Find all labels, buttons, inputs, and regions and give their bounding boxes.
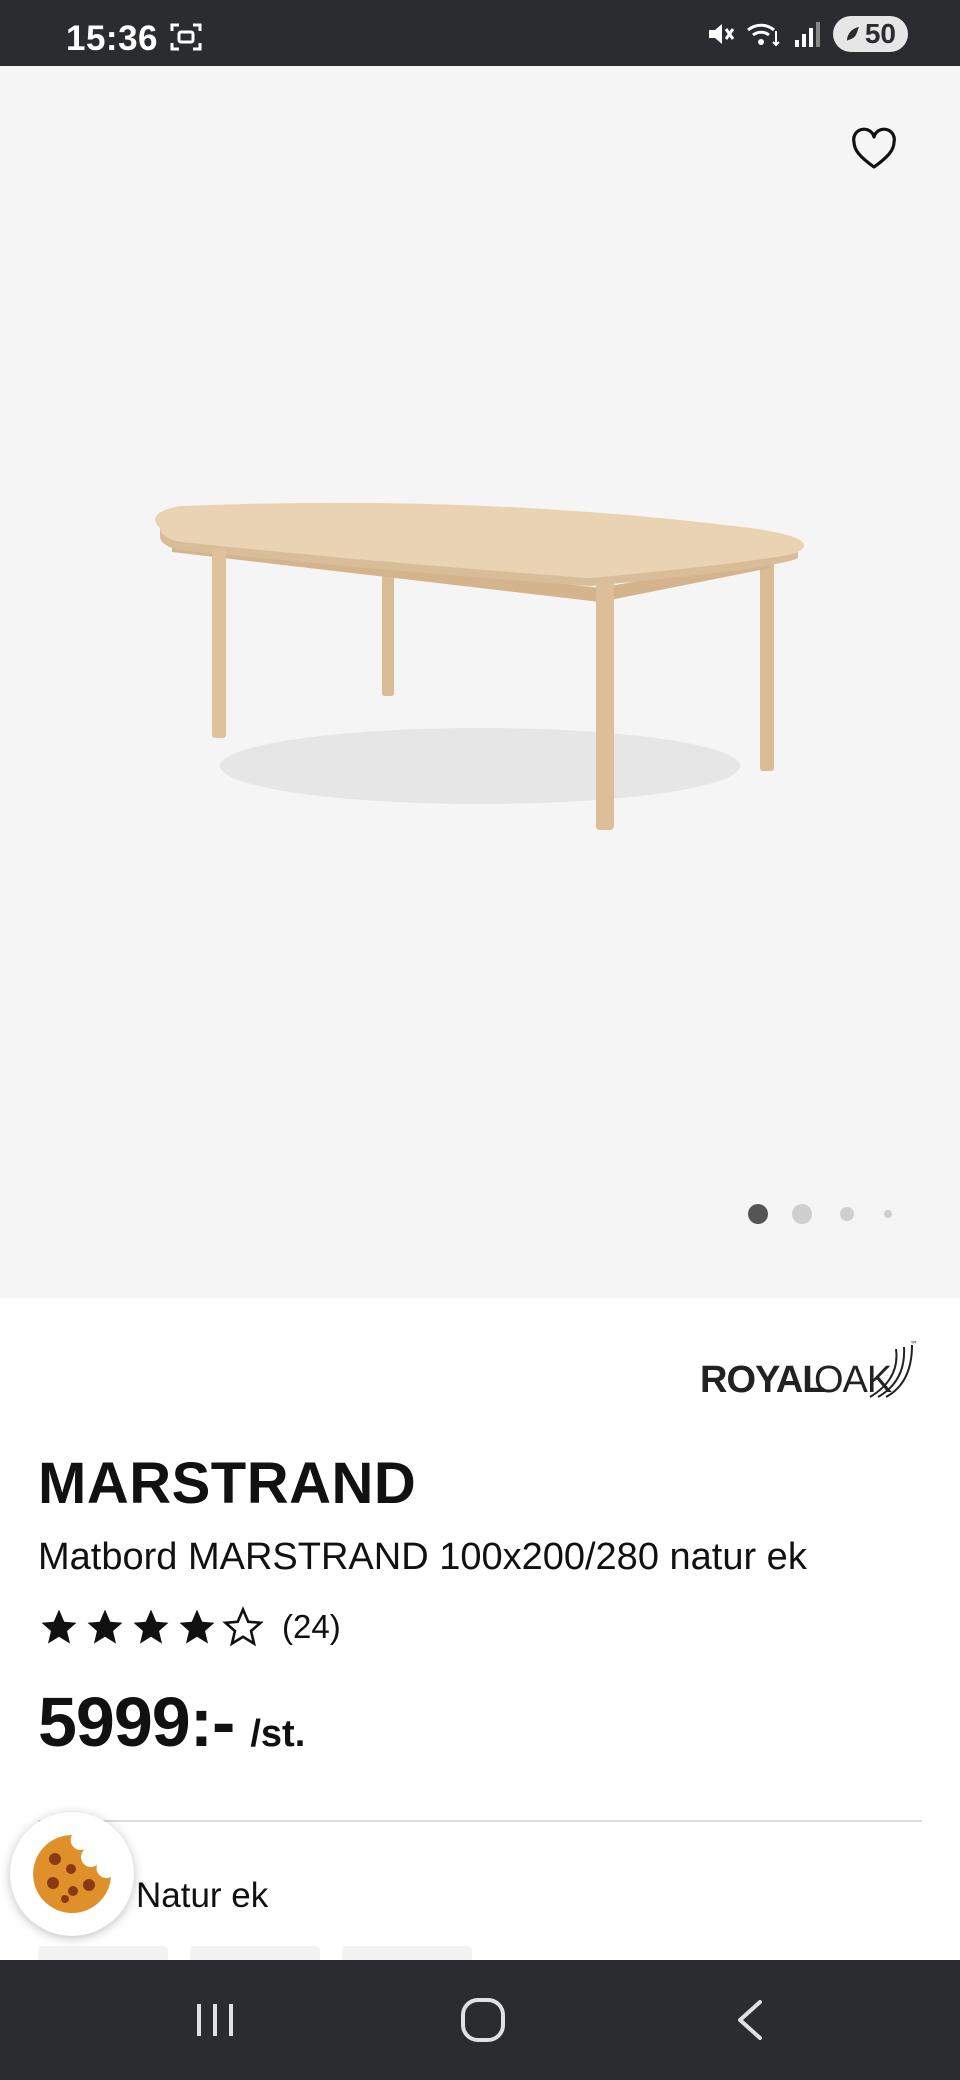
variant-swatch[interactable] (38, 1946, 168, 1960)
star-filled-icon (133, 1609, 169, 1644)
variant-label: Natur ek (136, 1876, 269, 1915)
status-time: 15:36 (66, 19, 159, 58)
cookie-settings-button[interactable] (10, 1812, 134, 1936)
recent-apps-icon[interactable] (185, 1990, 245, 2050)
star-filled-icon (41, 1609, 77, 1644)
cookie-icon (33, 1835, 111, 1913)
carousel-dot-1[interactable] (748, 1204, 768, 1224)
divider (38, 1820, 922, 1822)
battery-level: 50 (864, 18, 896, 49)
variant-swatch[interactable] (342, 1946, 472, 1960)
status-bar: 15:36 50 (0, 0, 960, 66)
favorite-heart-icon[interactable] (850, 126, 898, 174)
price-amount: 5999:- (38, 1683, 235, 1761)
product-price: 5999:- /st. (38, 1682, 305, 1762)
carousel-dot-3[interactable] (840, 1207, 854, 1221)
home-icon[interactable] (453, 1990, 513, 2050)
battery-icon: 50 (832, 16, 908, 52)
status-icons: 50 (705, 16, 908, 52)
brand-swoosh-icon: ™ (869, 1340, 918, 1398)
screenshot-icon (170, 23, 202, 51)
star-filled-icon (179, 1609, 215, 1644)
brand-logo[interactable]: ROYAL OAK ™ (700, 1335, 920, 1405)
product-image (155, 502, 805, 830)
rating-count: (24) (282, 1608, 341, 1645)
system-nav-bar (0, 1960, 960, 2080)
star-filled-icon (87, 1609, 123, 1644)
variant-swatches[interactable] (38, 1946, 472, 1960)
carousel-dot-4[interactable] (884, 1210, 892, 1218)
signal-icon (794, 22, 820, 47)
back-icon[interactable] (722, 1990, 782, 2050)
carousel-dot-2[interactable] (792, 1204, 812, 1224)
star-empty-icon (222, 1606, 264, 1647)
variant-swatch[interactable] (190, 1946, 320, 1960)
price-unit: /st. (250, 1713, 306, 1755)
product-title: MARSTRAND (38, 1451, 417, 1516)
brand-trademark: ™ (910, 1340, 918, 1349)
carousel-dots[interactable] (748, 1204, 892, 1224)
wifi-icon (746, 23, 780, 47)
mute-icon (708, 24, 735, 44)
product-rating[interactable]: (24) (38, 1606, 341, 1648)
product-subtitle: Matbord MARSTRAND 100x200/280 natur ek (38, 1536, 807, 1578)
product-image-gallery[interactable] (0, 66, 960, 1298)
brand-royal-text: ROYAL (700, 1359, 826, 1401)
